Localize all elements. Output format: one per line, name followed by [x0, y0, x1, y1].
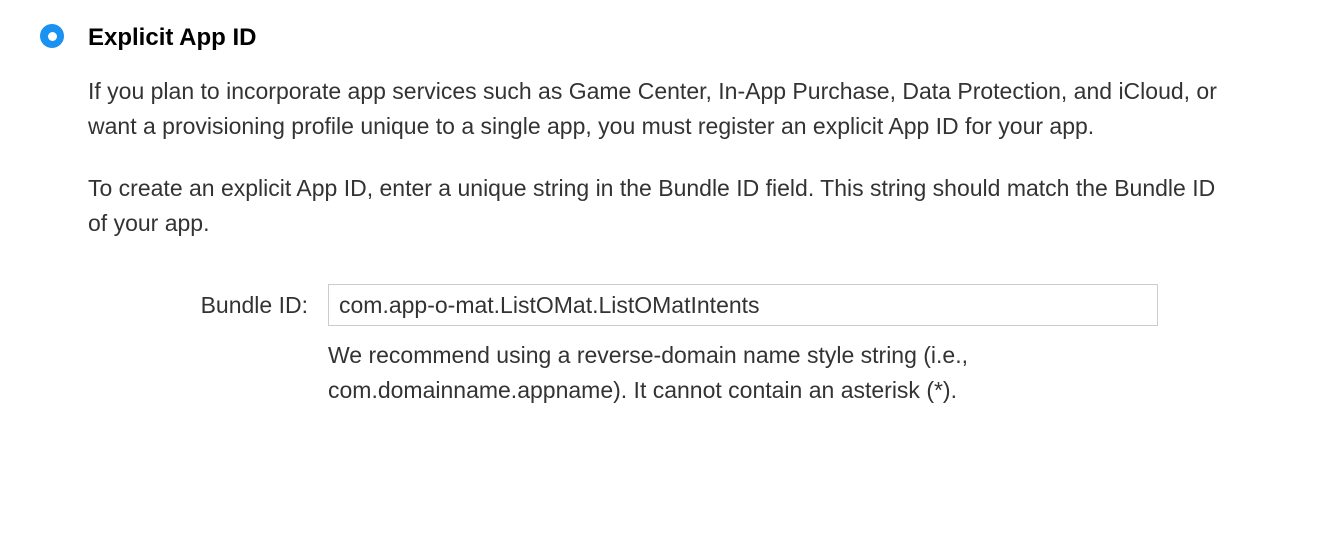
option-content: Explicit App ID If you plan to incorpora…	[88, 20, 1292, 407]
bundle-id-field-row: Bundle ID: We recommend using a reverse-…	[88, 284, 1292, 407]
bundle-id-input-wrap: We recommend using a reverse-domain name…	[328, 284, 1158, 407]
option-paragraph-2: To create an explicit App ID, enter a un…	[88, 171, 1228, 240]
bundle-id-label: Bundle ID:	[88, 284, 308, 323]
option-description: If you plan to incorporate app services …	[88, 74, 1228, 240]
option-heading: Explicit App ID	[88, 20, 1292, 56]
bundle-id-input[interactable]	[328, 284, 1158, 326]
explicit-app-id-option: Explicit App ID If you plan to incorpora…	[40, 20, 1292, 407]
option-paragraph-1: If you plan to incorporate app services …	[88, 74, 1228, 143]
explicit-app-id-radio[interactable]	[40, 24, 64, 48]
radio-selected-dot	[48, 32, 57, 41]
bundle-id-hint: We recommend using a reverse-domain name…	[328, 338, 1148, 407]
